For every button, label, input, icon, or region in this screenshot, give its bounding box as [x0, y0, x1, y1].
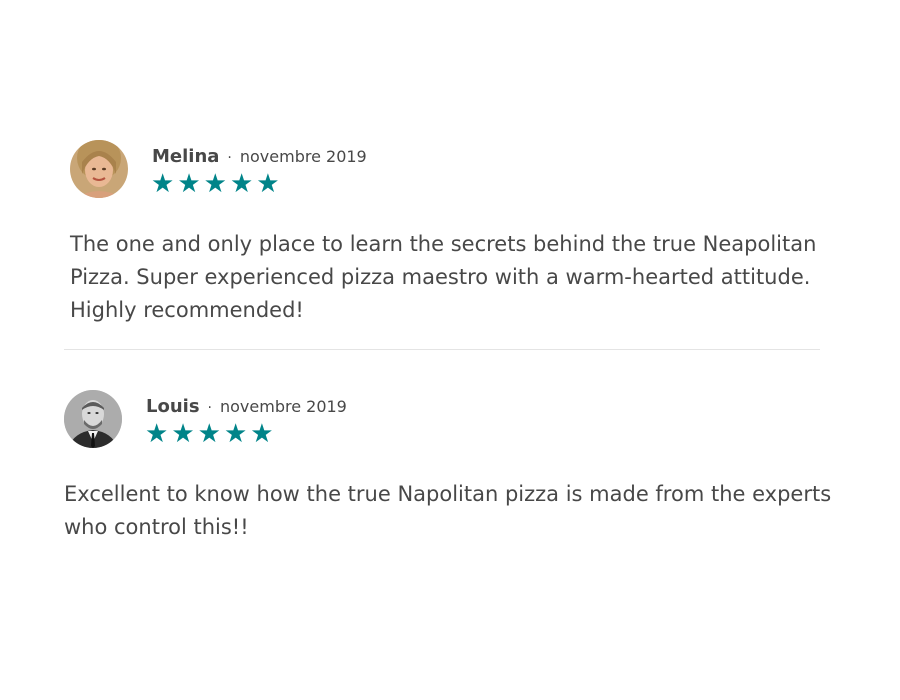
star-icon: ★ [197, 419, 221, 449]
star-rating: ★ ★ ★ ★ ★ [151, 171, 367, 197]
separator-dot: · [227, 150, 232, 166]
user-photo-icon [70, 140, 128, 198]
review-card: Melina · novembre 2019 ★ ★ ★ ★ ★ The one… [70, 140, 840, 327]
name-line: Louis · novembre 2019 [146, 396, 347, 417]
review-header: Louis · novembre 2019 ★ ★ ★ ★ ★ [64, 390, 854, 448]
review-date: novembre 2019 [239, 147, 367, 166]
star-icon: ★ [177, 169, 201, 199]
review-meta: Melina · novembre 2019 ★ ★ ★ ★ ★ [151, 146, 367, 197]
star-icon: ★ [171, 419, 195, 449]
star-icon: ★ [256, 169, 280, 199]
review-card: Louis · novembre 2019 ★ ★ ★ ★ ★ Excellen… [64, 390, 854, 544]
review-text: The one and only place to learn the secr… [70, 232, 817, 322]
review-date: novembre 2019 [220, 397, 347, 416]
star-icon: ★ [229, 169, 254, 199]
reviewer-name[interactable]: Melina [152, 146, 219, 167]
avatar[interactable] [70, 140, 128, 198]
user-photo-icon [64, 390, 122, 448]
star-icon: ★ [203, 169, 227, 199]
avatar[interactable] [64, 390, 122, 448]
star-rating: ★ ★ ★ ★ ★ [145, 421, 347, 447]
separator-dot: · [207, 400, 212, 416]
reviewer-name[interactable]: Louis [146, 396, 200, 417]
review-header: Melina · novembre 2019 ★ ★ ★ ★ ★ [70, 140, 840, 198]
star-icon: ★ [151, 169, 175, 199]
star-icon: ★ [145, 419, 169, 449]
star-icon: ★ [223, 419, 248, 449]
name-line: Melina · novembre 2019 [152, 146, 367, 167]
divider [64, 349, 820, 350]
review-meta: Louis · novembre 2019 ★ ★ ★ ★ ★ [145, 396, 347, 447]
star-icon: ★ [250, 419, 274, 449]
review-text: Excellent to know how the true Napolitan… [64, 482, 832, 539]
